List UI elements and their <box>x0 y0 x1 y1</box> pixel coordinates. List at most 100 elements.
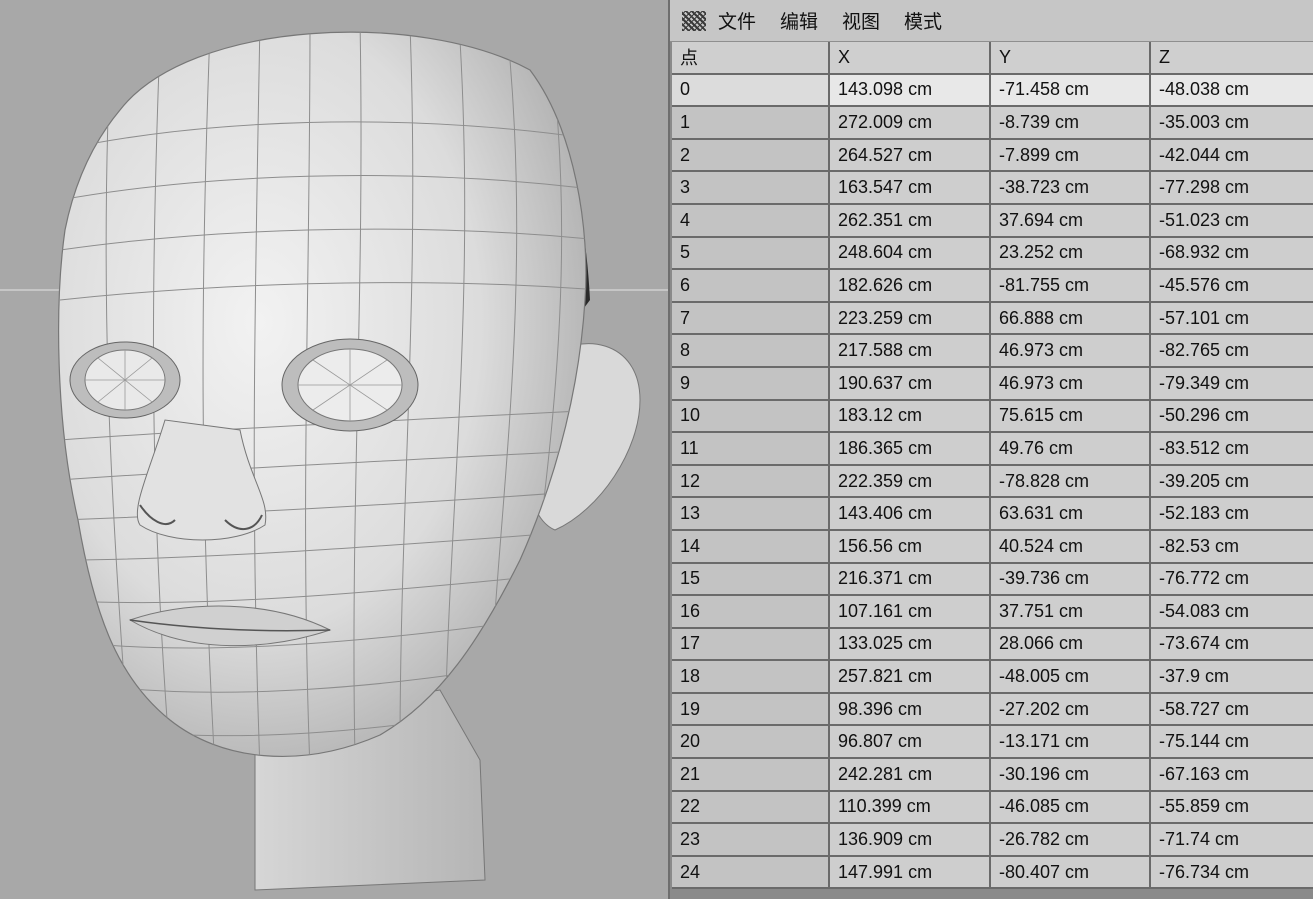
y-value-cell[interactable]: -26.782 cm <box>991 824 1151 857</box>
z-value-cell[interactable]: -51.023 cm <box>1151 204 1313 238</box>
x-value-cell[interactable]: 223.259 cm <box>830 302 991 336</box>
table-row[interactable]: 14 156.56 cm 40.524 cm -82.53 cm <box>672 530 1313 564</box>
menu-view[interactable]: 视图 <box>842 7 880 34</box>
table-row[interactable]: 22 110.399 cm -46.085 cm -55.859 cm <box>672 791 1313 825</box>
x-value-cell[interactable]: 98.396 cm <box>830 693 991 727</box>
x-value-cell[interactable]: 107.161 cm <box>830 596 991 629</box>
x-value-cell[interactable]: 163.547 cm <box>830 172 991 205</box>
y-value-cell[interactable]: -27.202 cm <box>991 693 1151 727</box>
x-value-cell[interactable]: 272.009 cm <box>830 107 991 140</box>
z-value-cell[interactable]: -82.765 cm <box>1151 335 1313 368</box>
x-value-cell[interactable]: 264.527 cm <box>830 139 991 173</box>
x-value-cell[interactable]: 242.281 cm <box>830 759 991 792</box>
z-value-cell[interactable]: -54.083 cm <box>1151 596 1313 629</box>
y-value-cell[interactable]: -46.085 cm <box>991 791 1151 825</box>
x-value-cell[interactable]: 96.807 cm <box>830 726 991 760</box>
y-value-cell[interactable]: -30.196 cm <box>991 759 1151 792</box>
table-row[interactable]: 6 182.626 cm -81.755 cm -45.576 cm <box>672 270 1313 303</box>
y-value-cell[interactable]: -7.899 cm <box>991 139 1151 173</box>
table-row[interactable]: 11 186.365 cm 49.76 cm -83.512 cm <box>672 433 1313 466</box>
x-value-cell[interactable]: 156.56 cm <box>830 530 991 564</box>
header-x[interactable]: X <box>830 42 991 75</box>
z-value-cell[interactable]: -52.183 cm <box>1151 498 1313 531</box>
table-row[interactable]: 3 163.547 cm -38.723 cm -77.298 cm <box>672 172 1313 205</box>
table-row[interactable]: 1 272.009 cm -8.739 cm -35.003 cm <box>672 107 1313 140</box>
table-row[interactable]: 23 136.909 cm -26.782 cm -71.74 cm <box>672 824 1313 857</box>
menu-file[interactable]: 文件 <box>718 7 756 34</box>
3d-viewport[interactable] <box>0 0 668 899</box>
table-row[interactable]: 20 96.807 cm -13.171 cm -75.144 cm <box>672 726 1313 760</box>
z-value-cell[interactable]: -73.674 cm <box>1151 628 1313 662</box>
x-value-cell[interactable]: 248.604 cm <box>830 237 991 271</box>
z-value-cell[interactable]: -39.205 cm <box>1151 465 1313 499</box>
z-value-cell[interactable]: -55.859 cm <box>1151 791 1313 825</box>
x-value-cell[interactable]: 110.399 cm <box>830 791 991 825</box>
y-value-cell[interactable]: -39.736 cm <box>991 563 1151 597</box>
x-value-cell[interactable]: 143.406 cm <box>830 498 991 531</box>
table-row[interactable]: 0 143.098 cm -71.458 cm -48.038 cm <box>672 74 1313 108</box>
y-value-cell[interactable]: 37.751 cm <box>991 596 1151 629</box>
table-row[interactable]: 2 264.527 cm -7.899 cm -42.044 cm <box>672 139 1313 173</box>
y-value-cell[interactable]: 49.76 cm <box>991 433 1151 466</box>
table-row[interactable]: 5 248.604 cm 23.252 cm -68.932 cm <box>672 237 1313 271</box>
y-value-cell[interactable]: -71.458 cm <box>991 74 1151 108</box>
table-row[interactable]: 17 133.025 cm 28.066 cm -73.674 cm <box>672 628 1313 662</box>
x-value-cell[interactable]: 183.12 cm <box>830 400 991 434</box>
table-row[interactable]: 7 223.259 cm 66.888 cm -57.101 cm <box>672 302 1313 336</box>
x-value-cell[interactable]: 217.588 cm <box>830 335 991 368</box>
z-value-cell[interactable]: -45.576 cm <box>1151 270 1313 303</box>
x-value-cell[interactable]: 136.909 cm <box>830 824 991 857</box>
y-value-cell[interactable]: -80.407 cm <box>991 856 1151 890</box>
z-value-cell[interactable]: -67.163 cm <box>1151 759 1313 792</box>
header-z[interactable]: Z <box>1151 42 1313 75</box>
x-value-cell[interactable]: 257.821 cm <box>830 661 991 694</box>
y-value-cell[interactable]: -38.723 cm <box>991 172 1151 205</box>
menu-mode[interactable]: 模式 <box>904 7 942 34</box>
grip-icon[interactable] <box>682 10 706 31</box>
z-value-cell[interactable]: -76.734 cm <box>1151 856 1313 890</box>
z-value-cell[interactable]: -71.74 cm <box>1151 824 1313 857</box>
y-value-cell[interactable]: 46.973 cm <box>991 335 1151 368</box>
z-value-cell[interactable]: -37.9 cm <box>1151 661 1313 694</box>
y-value-cell[interactable]: -81.755 cm <box>991 270 1151 303</box>
table-row[interactable]: 12 222.359 cm -78.828 cm -39.205 cm <box>672 465 1313 499</box>
y-value-cell[interactable]: 37.694 cm <box>991 204 1151 238</box>
x-value-cell[interactable]: 216.371 cm <box>830 563 991 597</box>
z-value-cell[interactable]: -48.038 cm <box>1151 74 1313 108</box>
table-row[interactable]: 8 217.588 cm 46.973 cm -82.765 cm <box>672 335 1313 368</box>
header-point[interactable]: 点 <box>672 42 830 75</box>
table-row[interactable]: 13 143.406 cm 63.631 cm -52.183 cm <box>672 498 1313 531</box>
z-value-cell[interactable]: -75.144 cm <box>1151 726 1313 760</box>
y-value-cell[interactable]: -13.171 cm <box>991 726 1151 760</box>
x-value-cell[interactable]: 182.626 cm <box>830 270 991 303</box>
header-y[interactable]: Y <box>991 42 1151 75</box>
y-value-cell[interactable]: 23.252 cm <box>991 237 1151 271</box>
z-value-cell[interactable]: -50.296 cm <box>1151 400 1313 434</box>
z-value-cell[interactable]: -77.298 cm <box>1151 172 1313 205</box>
table-row[interactable]: 10 183.12 cm 75.615 cm -50.296 cm <box>672 400 1313 434</box>
table-row[interactable]: 15 216.371 cm -39.736 cm -76.772 cm <box>672 563 1313 597</box>
y-value-cell[interactable]: 46.973 cm <box>991 367 1151 401</box>
table-row[interactable]: 4 262.351 cm 37.694 cm -51.023 cm <box>672 204 1313 238</box>
z-value-cell[interactable]: -42.044 cm <box>1151 139 1313 173</box>
x-value-cell[interactable]: 133.025 cm <box>830 628 991 662</box>
z-value-cell[interactable]: -57.101 cm <box>1151 302 1313 336</box>
table-row[interactable]: 24 147.991 cm -80.407 cm -76.734 cm <box>672 856 1313 890</box>
z-value-cell[interactable]: -79.349 cm <box>1151 367 1313 401</box>
x-value-cell[interactable]: 147.991 cm <box>830 856 991 890</box>
table-row[interactable]: 16 107.161 cm 37.751 cm -54.083 cm <box>672 596 1313 629</box>
y-value-cell[interactable]: 63.631 cm <box>991 498 1151 531</box>
x-value-cell[interactable]: 186.365 cm <box>830 433 991 466</box>
table-row[interactable]: 19 98.396 cm -27.202 cm -58.727 cm <box>672 693 1313 727</box>
y-value-cell[interactable]: 28.066 cm <box>991 628 1151 662</box>
y-value-cell[interactable]: -78.828 cm <box>991 465 1151 499</box>
z-value-cell[interactable]: -82.53 cm <box>1151 530 1313 564</box>
z-value-cell[interactable]: -35.003 cm <box>1151 107 1313 140</box>
z-value-cell[interactable]: -76.772 cm <box>1151 563 1313 597</box>
y-value-cell[interactable]: -8.739 cm <box>991 107 1151 140</box>
x-value-cell[interactable]: 143.098 cm <box>830 74 991 108</box>
y-value-cell[interactable]: -48.005 cm <box>991 661 1151 694</box>
menu-edit[interactable]: 编辑 <box>780 7 818 34</box>
y-value-cell[interactable]: 66.888 cm <box>991 302 1151 336</box>
x-value-cell[interactable]: 190.637 cm <box>830 367 991 401</box>
